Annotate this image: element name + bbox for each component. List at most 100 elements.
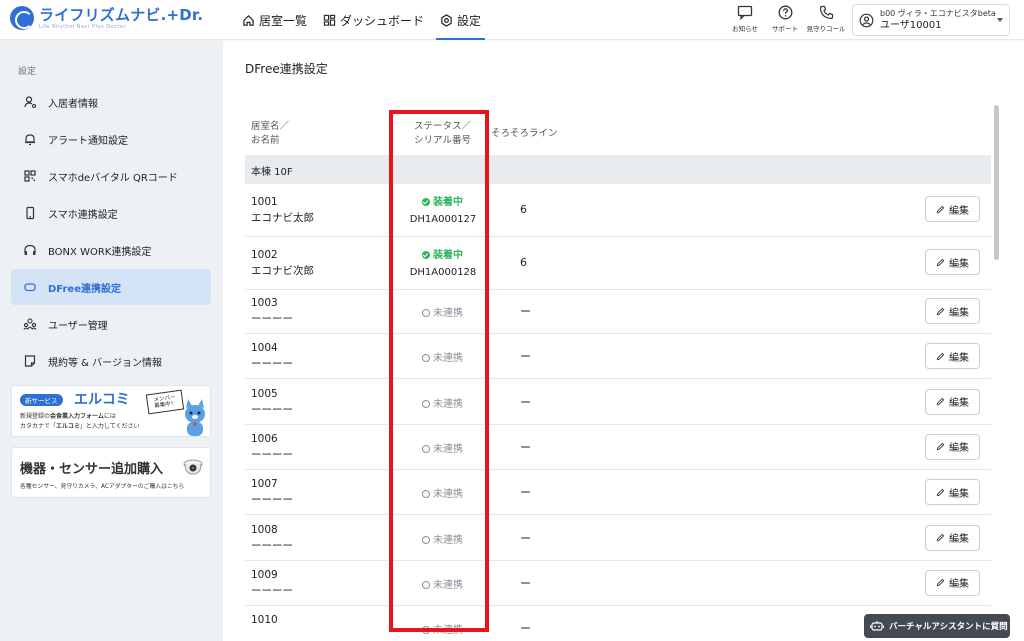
table-row: 1006 ーーーー 未連携ー編集 [245, 425, 991, 470]
vertical-scrollbar[interactable] [994, 105, 999, 260]
notice-button[interactable]: お知らせ [725, 5, 765, 37]
sidebar-item-alert-settings[interactable]: アラート通知設定 [11, 121, 211, 157]
edit-label: 編集 [949, 443, 969, 455]
room-number: 1006 [251, 432, 278, 445]
user-account-menu[interactable]: b00 ヴィラ・エコナビスタbeta ユーザ10001 [852, 4, 1010, 36]
sidebar-item-label: 規約等 & バージョン情報 [48, 357, 162, 369]
brand-logo[interactable]: ライフリズムナビ.+Dr. Life Rhythm Navi Plus Doct… [10, 6, 203, 30]
soro-line-value: ー [520, 486, 531, 500]
document-icon [23, 354, 37, 368]
soro-line-value: ー [520, 622, 531, 636]
sidebar-item-smartphone-link[interactable]: スマホ連携設定 [11, 195, 211, 231]
edit-button[interactable]: 編集 [925, 249, 980, 275]
elcomi-desc-1-strong: 会食業入力フォーム [50, 413, 104, 420]
pencil-icon [936, 443, 945, 451]
soro-line-value: 6 [520, 203, 527, 216]
sidebar-item-dfree-link[interactable]: DFree連携設定 [11, 269, 211, 305]
edit-button[interactable]: 編集 [925, 343, 980, 370]
dfree-icon [23, 280, 37, 294]
dashboard-icon [323, 14, 336, 26]
edit-label: 編集 [949, 258, 969, 270]
resident-name: エコナビ太郎 [251, 212, 314, 224]
room-cell: 1010 [251, 612, 278, 628]
edit-button[interactable]: 編集 [925, 569, 980, 596]
support-button[interactable]: サポート [765, 5, 805, 37]
room-cell: 1008 ーーーー [251, 522, 293, 554]
table-row: 1008 ーーーー 未連携ー編集 [245, 516, 991, 561]
facility-name: b00 ヴィラ・エコナビスタbeta [880, 9, 996, 18]
room-cell: 1004 ーーーー [251, 340, 293, 372]
sidebar-item-label: アラート通知設定 [48, 135, 128, 147]
pencil-icon [936, 307, 945, 315]
mascot-icon [185, 399, 205, 436]
table-row: 1003 ーーーー 未連携ー編集 [245, 289, 991, 334]
elcomi-banner[interactable]: 新サービス エルコミ 新規登録の会食業入力フォームには カタカナで「エルコミ」と… [11, 385, 211, 437]
sidebar-item-user-management[interactable]: ユーザー管理 [11, 306, 211, 342]
resident-name: エコナビ次郎 [251, 265, 314, 277]
main-nav: 居室一覧 ダッシュボード 設定 [238, 0, 493, 40]
edit-label: 編集 [949, 307, 969, 319]
qr-icon [23, 169, 37, 183]
robot-icon [870, 621, 884, 631]
resident-name: ーーーー [251, 539, 293, 552]
sidebar-item-resident-info[interactable]: 入居者情報 [11, 84, 211, 120]
edit-button[interactable]: 編集 [925, 433, 980, 460]
edit-button[interactable]: 編集 [925, 298, 980, 324]
edit-button[interactable]: 編集 [925, 196, 980, 222]
pencil-icon [936, 579, 945, 587]
resident-icon [23, 95, 37, 109]
room-cell: 1002 エコナビ次郎 [251, 247, 314, 279]
elcomi-desc-1-tail: には [103, 413, 116, 420]
notice-icon [737, 5, 753, 20]
sidebar-item-bonx-link[interactable]: BONX WORK連携設定 [11, 232, 211, 268]
section-label: 本棟 10F [251, 167, 293, 178]
nav-settings-label: 設定 [457, 13, 482, 28]
room-number: 1003 [251, 297, 278, 309]
logo-mark-icon [10, 6, 34, 30]
room-cell: 1003 ーーーー [251, 295, 293, 327]
elcomi-desc-2-strong: エルコミ [56, 423, 80, 430]
edit-button[interactable]: 編集 [925, 388, 980, 415]
help-icon [778, 5, 792, 20]
pencil-icon [936, 397, 945, 406]
sidebar-item-label: スマホ連携設定 [48, 209, 118, 221]
user-name: ユーザ10001 [880, 20, 942, 31]
room-number: 1007 [251, 478, 278, 491]
new-service-badge: 新サービス [20, 394, 63, 406]
page-title: DFree連携設定 [245, 62, 328, 76]
edit-label: 編集 [949, 352, 969, 364]
sidebar-title: 設定 [18, 67, 37, 77]
brand-tagline: Life Rhythm Navi Plus Doctor [39, 24, 127, 30]
edit-button[interactable]: 編集 [925, 524, 980, 551]
room-number: 1008 [251, 523, 278, 536]
resident-name: ーーーー [251, 358, 293, 371]
table-row: 1005 ーーーー 未連携ー編集 [245, 380, 991, 425]
edit-label: 編集 [949, 205, 969, 217]
nav-dashboard[interactable]: ダッシュボード [319, 0, 428, 40]
table-row: 1002 エコナビ次郎 装着中 DH1A000128 6 編集 [245, 237, 991, 290]
room-number: 1001 [251, 196, 278, 208]
nav-room-list[interactable]: 居室一覧 [238, 0, 311, 40]
edit-button[interactable]: 編集 [925, 479, 980, 506]
smartphone-icon [23, 206, 37, 220]
headset-icon [23, 243, 37, 257]
virtual-assistant-button[interactable]: バーチャルアシスタントに質問 [864, 614, 1010, 638]
users-icon [23, 317, 37, 331]
soro-line-value: ー [520, 395, 531, 409]
resident-name: ーーーー [251, 403, 293, 416]
home-icon [243, 14, 254, 26]
sidebar-item-terms-version[interactable]: 規約等 & バージョン情報 [11, 343, 211, 379]
watch-call-button[interactable]: 見守りコール [806, 5, 846, 37]
sidebar-item-label: BONX WORK連携設定 [48, 246, 152, 258]
nav-settings[interactable]: 設定 [436, 0, 486, 40]
device-purchase-banner[interactable]: 機器・センサー追加購入 各種センサー、見守りカメラ、ACアダプターのご購入はこち… [11, 447, 211, 498]
soro-line-value: ー [520, 350, 531, 364]
support-label: サポート [772, 25, 798, 33]
elcomi-desc-2: カタカナで「 [20, 423, 57, 430]
room-number: 1010 [251, 614, 278, 627]
table-row: 1009 ーーーー 未連携ー編集 [245, 561, 991, 606]
sidebar-item-vital-qr[interactable]: スマホdeバイタル QRコード [11, 158, 211, 194]
sidebar-item-label: ユーザー管理 [48, 320, 108, 332]
chevron-down-icon [997, 18, 1003, 22]
sidebar-item-label: DFree連携設定 [48, 283, 121, 295]
